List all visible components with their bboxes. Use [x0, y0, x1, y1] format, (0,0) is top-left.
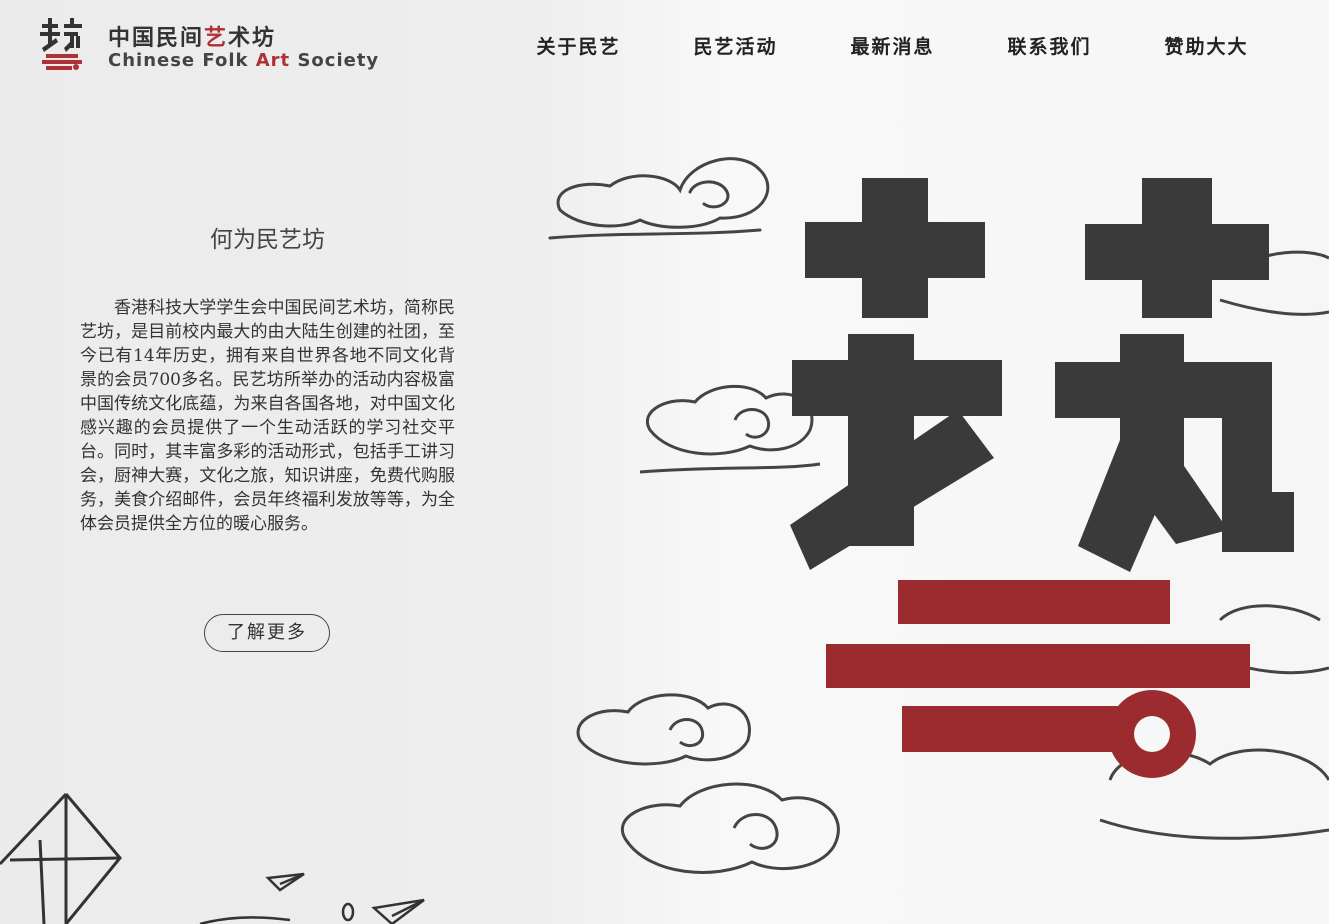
nav-sponsor[interactable]: 赞助大大: [1128, 32, 1285, 62]
brand-name-cn: 中国民间艺术坊: [108, 26, 277, 51]
yi-calligraphy-icon: [790, 178, 1294, 778]
nav-contact[interactable]: 联系我们: [971, 32, 1128, 62]
yi-character-icon: [40, 18, 82, 70]
nav-news[interactable]: 最新消息: [814, 32, 971, 62]
nav-about[interactable]: 关于民艺: [500, 32, 657, 62]
paper-plane-icon: [199, 872, 425, 924]
intro-body: 香港科技大学学生会中国民间艺术坊，简称民艺坊，是目前校内最大的由大陆生创建的社团…: [80, 298, 455, 534]
site-logo[interactable]: 中国民间艺术坊 Chinese Folk Art Society: [38, 18, 378, 74]
learn-more-button[interactable]: 了解更多: [204, 614, 330, 652]
cloud-icon: [548, 157, 770, 240]
brand-name-en: Chinese Folk Art Society: [108, 50, 380, 71]
hero-art: [548, 157, 1329, 874]
main-nav: 关于民艺 民艺活动 最新消息 联系我们 赞助大大: [500, 32, 1300, 62]
cloud-icon: [576, 250, 1329, 874]
intro-section: 何为民艺坊 香港科技大学学生会中国民间艺术坊，简称民艺坊，是目前校内最大的由大陆…: [80, 220, 455, 536]
decoration-kite: [0, 792, 425, 924]
kite-icon: [0, 792, 122, 924]
intro-title: 何为民艺坊: [210, 227, 325, 253]
nav-activities[interactable]: 民艺活动: [657, 32, 814, 62]
